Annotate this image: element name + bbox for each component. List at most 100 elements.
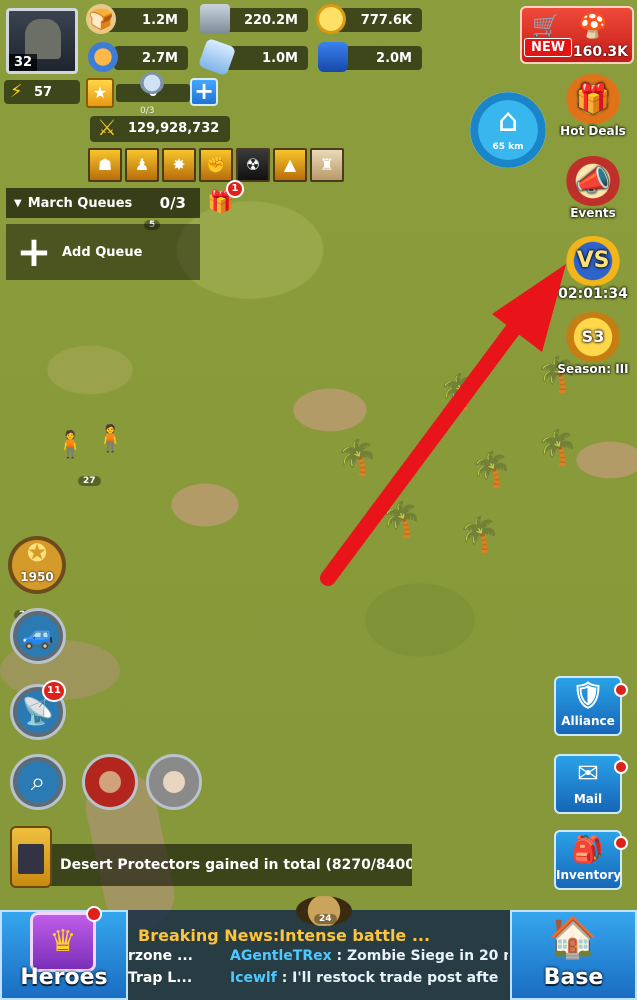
buff-gasmask-icon[interactable]: ☢ [236,148,270,182]
base-label: Base [543,965,604,990]
march-queues-label: March Queues [27,195,133,211]
cart-icon: 🛒 [532,14,560,39]
mail-notification-dot [614,760,628,774]
radio-screen [18,844,44,874]
ore-icon [88,42,118,72]
crossed-swords-icon: ⚔ [97,116,117,141]
envelope-icon: ✉ [577,759,599,789]
chat-text: : I'll restock trade post afte [276,970,499,986]
steel-value: 220.2M [243,12,298,28]
buff-fist-icon[interactable]: ✊ [199,148,233,182]
alliance-label: Alliance [561,714,615,728]
shop-offer-button[interactable]: 🛒 🍄 NEW 160.3K [520,6,634,64]
globe-icon [140,72,164,94]
hot-deals-button[interactable]: 🎁 Hot Deals [556,74,630,138]
unit-icon[interactable]: 🧍 [94,424,126,454]
backpack-icon: 🎒 [571,835,605,865]
palm-tree-icon: 🌴 [470,450,513,490]
rank-medal-button[interactable]: ✪ 1950 [8,536,66,594]
chat-message-1[interactable]: AGentleTRex : Zombie Siege in 20 m [230,948,508,964]
palm-tree-icon: 🌴 [438,372,481,412]
add-queue-button[interactable]: + Add Queue [6,224,200,280]
base-button[interactable]: 🏠 Base [510,910,637,1000]
hot-deals-label: Hot Deals [560,124,626,138]
mail-button[interactable]: ✉ Mail [554,754,622,814]
buff-troop-icon[interactable]: ♟ [125,148,159,182]
base-house-icon: 🏠 [548,915,598,961]
energy-bar[interactable]: ⚡ 57 [4,80,80,104]
vehicle-button[interactable]: 🚙 [10,608,66,664]
buff-building-icon[interactable]: ♜ [310,148,344,182]
unit-level-tag: 24 [314,914,337,924]
palm-tree-icon: 🌴 [380,500,423,540]
buff-shield-icon[interactable]: ☗ [88,148,122,182]
chat-sender: AGentleTRex [230,948,332,964]
oil-barrel-icon [318,42,348,72]
season-button[interactable]: S3 Season: III [556,312,630,376]
megaphone-icon: 📣 [565,156,621,206]
home-button[interactable]: ⌂ 65 km [470,92,546,168]
buff-blast-icon[interactable]: ✸ [162,148,196,182]
buff-rocket-icon[interactable]: ▲ [273,148,307,182]
oil-value: 2.0M [376,50,412,66]
heroes-button[interactable]: ♛ Heroes [0,910,128,1000]
plus-icon: + [16,227,52,276]
gold-value: 777.6K [360,12,412,28]
mushroom-icon: 🍄 [578,12,608,40]
crown-icon: ♛ [30,912,96,972]
event-ticker[interactable]: Desert Protectors gained in total (8270/… [14,844,412,886]
inventory-label: Inventory [556,868,622,882]
palm-tree-icon: 🌴 [536,428,579,468]
home-distance: 65 km [492,142,524,152]
add-button[interactable]: + [190,78,218,106]
hero-scientist-icon[interactable] [146,754,202,810]
power-value: 129,928,732 [128,121,220,136]
season-badge-icon: S3 [565,312,621,362]
inventory-notification-dot [614,836,628,850]
avatar-portrait [25,19,61,59]
gift-box-icon: 🎁 [565,74,621,124]
heroes-label: Heroes [20,965,108,990]
breaking-news[interactable]: Breaking News:Intense battle ... [138,926,430,945]
ore-value: 2.7M [142,50,178,66]
oil-resource[interactable]: 2.0M [340,46,422,70]
palm-tree-icon: 🌴 [458,515,501,555]
unit-icon[interactable]: 🧍 [54,430,86,460]
new-badge: NEW [524,38,573,57]
magnifier-icon: ⌕ [30,767,46,797]
vs-icon: VS [565,236,621,286]
march-queues-header[interactable]: ▼ March Queues 0/3 [6,188,200,218]
bread-icon: 🍞 [86,4,116,34]
search-button[interactable]: ⌕ [10,754,66,810]
heroes-notification-dot [86,906,102,922]
crystal-resource[interactable]: 1.0M [226,46,308,70]
mail-label: Mail [573,792,603,806]
star-badge-icon[interactable]: ★ [86,78,114,108]
food-value: 1.2M [142,12,178,28]
vs-event-button[interactable]: VS 02:01:34 [556,236,630,302]
power-display[interactable]: ⚔ 129,928,732 [90,116,230,142]
inventory-button[interactable]: 🎒 Inventory [554,830,622,890]
radio-icon[interactable] [10,826,52,888]
events-button[interactable]: 📣 Events [556,156,630,220]
ore-resource[interactable]: 2.7M [114,46,188,70]
unit-level-tag: 27 [78,476,101,486]
chat-message-2[interactable]: Icewlf : I'll restock trade post afte [230,970,508,986]
events-label: Events [570,206,616,220]
crystal-value: 1.0M [262,50,298,66]
chat-text: : Zombie Siege in 20 m [331,948,509,964]
lightning-icon: ⚡ [10,81,23,102]
palm-tree-icon: 🌴 [336,438,379,478]
energy-value: 57 [34,84,53,100]
alliance-button[interactable]: 🛡 Alliance [554,676,622,736]
gift-badge: 1 [226,180,244,198]
add-queue-label: Add Queue [62,244,143,260]
caret-down-icon: ▼ [14,197,22,209]
hero-commander-icon[interactable] [82,754,138,810]
vs-timer: 02:01:34 [558,286,628,302]
steel-ingot-icon [200,4,230,34]
ticker-text: Desert Protectors gained in total (8270/… [60,857,412,873]
progress-sub: 0/3 [140,106,155,116]
jeep-icon: 🚙 [21,621,55,651]
player-avatar[interactable]: 32 [6,8,78,74]
